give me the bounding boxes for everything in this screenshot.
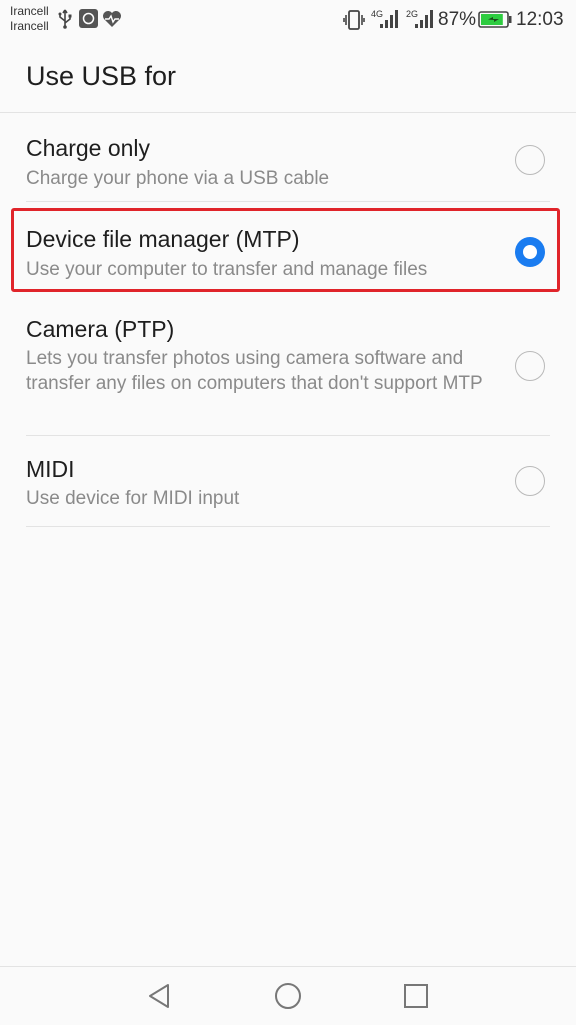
divider: [26, 526, 550, 527]
radio-midi[interactable]: [515, 466, 545, 496]
usb-icon: [58, 9, 72, 29]
back-icon[interactable]: [145, 981, 175, 1011]
battery-percent: 87%: [438, 9, 477, 30]
option-midi[interactable]: MIDI Use device for MIDI input: [26, 436, 550, 527]
page-title: Use USB for: [26, 61, 177, 91]
carrier-2-label: Irancell: [10, 19, 49, 33]
signal-icon: [380, 10, 398, 28]
recents-icon[interactable]: [401, 981, 431, 1011]
radio-ptp[interactable]: [515, 351, 545, 381]
battery-charging-icon: [478, 11, 512, 28]
carrier-labels: Irancell Irancell: [10, 4, 49, 34]
health-icon: [103, 11, 121, 27]
option-description: Use device for MIDI input: [26, 488, 240, 509]
carrier-1-label: Irancell: [10, 4, 49, 18]
option-title: Charge only: [26, 135, 151, 161]
option-ptp[interactable]: Camera (PTP) Lets you transfer photos us…: [26, 296, 550, 436]
option-charge-only[interactable]: Charge only Charge your phone via a USB …: [26, 112, 550, 202]
navigation-bar: [0, 966, 576, 1025]
status-bar: Irancell Irancell 4G 2G 87% 12:03: [0, 0, 576, 40]
vibrate-icon: [343, 10, 365, 30]
header: Use USB for: [0, 40, 576, 113]
app-notification-icon: [79, 9, 98, 28]
radio-charge-only[interactable]: [515, 145, 545, 175]
option-title: MIDI: [26, 456, 75, 482]
option-description: Lets you transfer photos using camera so…: [26, 348, 483, 394]
option-title: Camera (PTP): [26, 316, 175, 342]
home-icon[interactable]: [273, 981, 303, 1011]
clock: 12:03: [516, 9, 564, 30]
option-description: Charge your phone via a USB cable: [26, 168, 330, 189]
highlight-box: [11, 208, 560, 292]
signal-icon-2: [415, 10, 433, 28]
